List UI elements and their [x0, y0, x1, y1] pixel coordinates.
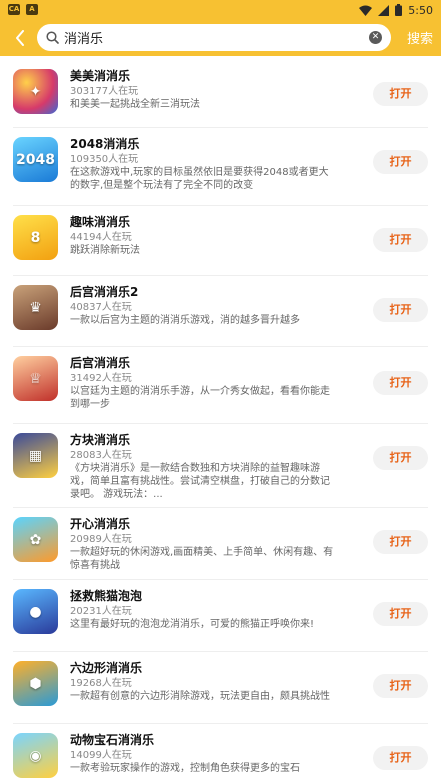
game-icon: ✦: [13, 69, 58, 114]
battery-icon: [395, 4, 403, 16]
list-item[interactable]: ● 拯救熊猫泡泡 20231人在玩 这里有最好玩的泡泡龙消消乐，可爱的熊猫正呼唤…: [0, 580, 441, 652]
game-icon: ⬢: [13, 661, 58, 706]
game-icon: ✿: [13, 517, 58, 562]
game-name: 2048消消乐: [70, 137, 140, 151]
game-icon: 8: [13, 215, 58, 260]
player-count: 20231人在玩: [70, 606, 132, 617]
clear-search-button[interactable]: ✕: [369, 31, 382, 44]
search-box[interactable]: ✕: [37, 24, 391, 51]
game-name: 动物宝石消消乐: [70, 733, 155, 747]
player-count: 14099人在玩: [70, 750, 132, 761]
search-header: ✕ 搜索: [0, 20, 441, 56]
game-icon: ◉: [13, 733, 58, 778]
open-button[interactable]: 打开: [373, 371, 428, 395]
list-item[interactable]: 8 趣味消消乐 44194人在玩 跳跃消除新玩法 打开: [0, 206, 441, 276]
open-button[interactable]: 打开: [373, 530, 428, 554]
game-icon: ♕: [13, 356, 58, 401]
list-item[interactable]: 2048 2048消消乐 109350人在玩 在这款游戏中,玩家的目标虽然依旧是…: [0, 128, 441, 206]
list-item[interactable]: ♛ 后宫消消乐2 40837人在玩 一款以后宫为主题的消消乐游戏，消的越多晋升越…: [0, 276, 441, 347]
game-list: ✦ 美美消消乐 303177人在玩 和美美一起挑战全新三消玩法 打开 2048 …: [0, 60, 441, 784]
game-name: 趣味消消乐: [70, 215, 131, 229]
game-name: 六边形消消乐: [70, 661, 143, 675]
search-input[interactable]: [64, 30, 344, 45]
player-count: 19268人在玩: [70, 678, 132, 689]
ca-notification-icon: CA: [8, 4, 20, 15]
list-item[interactable]: ✿ 开心消消乐 20989人在玩 一款超好玩的休闲游戏,画面精美、上手简单、休闲…: [0, 508, 441, 580]
game-name: 拯救熊猫泡泡: [70, 589, 143, 603]
game-icon: ▦: [13, 433, 58, 478]
status-time: 5:50: [408, 3, 433, 17]
player-count: 20989人在玩: [70, 534, 132, 545]
wifi-icon: [359, 5, 373, 16]
game-icon: ●: [13, 589, 58, 634]
game-name: 开心消消乐: [70, 517, 131, 531]
player-count: 28083人在玩: [70, 450, 132, 461]
player-count: 31492人在玩: [70, 373, 132, 384]
back-button[interactable]: [8, 24, 32, 52]
game-description: 一款超好玩的休闲游戏,画面精美、上手简单、休闲有趣、有惊喜有挑战: [70, 547, 334, 571]
signal-icon: [378, 4, 390, 16]
list-item[interactable]: ⬢ 六边形消消乐 19268人在玩 一款超有创意的六边形消除游戏，玩法更自由，颇…: [0, 652, 441, 724]
game-description: 在这款游戏中,玩家的目标虽然依旧是要获得2048或者更大的数字,但是整个玩法有了…: [70, 167, 329, 191]
game-name: 美美消消乐: [70, 69, 131, 83]
a-notification-icon: A: [26, 4, 38, 15]
game-description: 一款超有创意的六边形消除游戏，玩法更自由，颇具挑战性: [70, 691, 330, 702]
list-item[interactable]: ✦ 美美消消乐 303177人在玩 和美美一起挑战全新三消玩法 打开: [0, 60, 441, 128]
player-count: 303177人在玩: [70, 86, 139, 97]
open-button[interactable]: 打开: [373, 674, 428, 698]
open-button[interactable]: 打开: [373, 602, 428, 626]
back-arrow-icon: [16, 30, 24, 46]
game-icon: ♛: [13, 285, 58, 330]
status-bar: CA A 5:50: [0, 0, 441, 20]
game-description: 《方块消消乐》是一款结合数独和方块消除的益智趣味游戏，简单且富有挑战性。尝试清空…: [70, 463, 330, 500]
list-item[interactable]: ◉ 动物宝石消消乐 14099人在玩 一款考验玩家操作的游戏，控制角色获得更多的…: [0, 724, 441, 784]
open-button[interactable]: 打开: [373, 746, 428, 770]
game-description: 一款以后宫为主题的消消乐游戏，消的越多晋升越多: [70, 315, 300, 326]
game-description: 这里有最好玩的泡泡龙消消乐，可爱的熊猫正呼唤你来!: [70, 619, 315, 630]
game-description: 以宫廷为主题的消消乐手游，从一介秀女做起，看看你能走到哪一步: [70, 386, 330, 410]
search-button[interactable]: 搜索: [407, 28, 433, 47]
game-description: 跳跃消除新玩法: [70, 245, 140, 256]
list-item[interactable]: ▦ 方块消消乐 28083人在玩 《方块消消乐》是一款结合数独和方块消除的益智趣…: [0, 424, 441, 508]
game-icon: 2048: [13, 137, 58, 182]
open-button[interactable]: 打开: [373, 150, 428, 174]
open-button[interactable]: 打开: [373, 446, 428, 470]
open-button[interactable]: 打开: [373, 298, 428, 322]
list-item[interactable]: ♕ 后宫消消乐 31492人在玩 以宫廷为主题的消消乐手游，从一介秀女做起，看看…: [0, 347, 441, 424]
open-button[interactable]: 打开: [373, 82, 428, 106]
player-count: 40837人在玩: [70, 302, 132, 313]
game-name: 后宫消消乐: [70, 356, 131, 370]
player-count: 44194人在玩: [70, 232, 132, 243]
player-count: 109350人在玩: [70, 154, 139, 165]
game-name: 方块消消乐: [70, 433, 131, 447]
game-description: 一款考验玩家操作的游戏，控制角色获得更多的宝石: [70, 763, 300, 774]
open-button[interactable]: 打开: [373, 228, 428, 252]
search-icon: [46, 31, 59, 44]
game-name: 后宫消消乐2: [70, 285, 139, 299]
close-icon: ✕: [371, 32, 380, 42]
game-description: 和美美一起挑战全新三消玩法: [70, 99, 200, 110]
